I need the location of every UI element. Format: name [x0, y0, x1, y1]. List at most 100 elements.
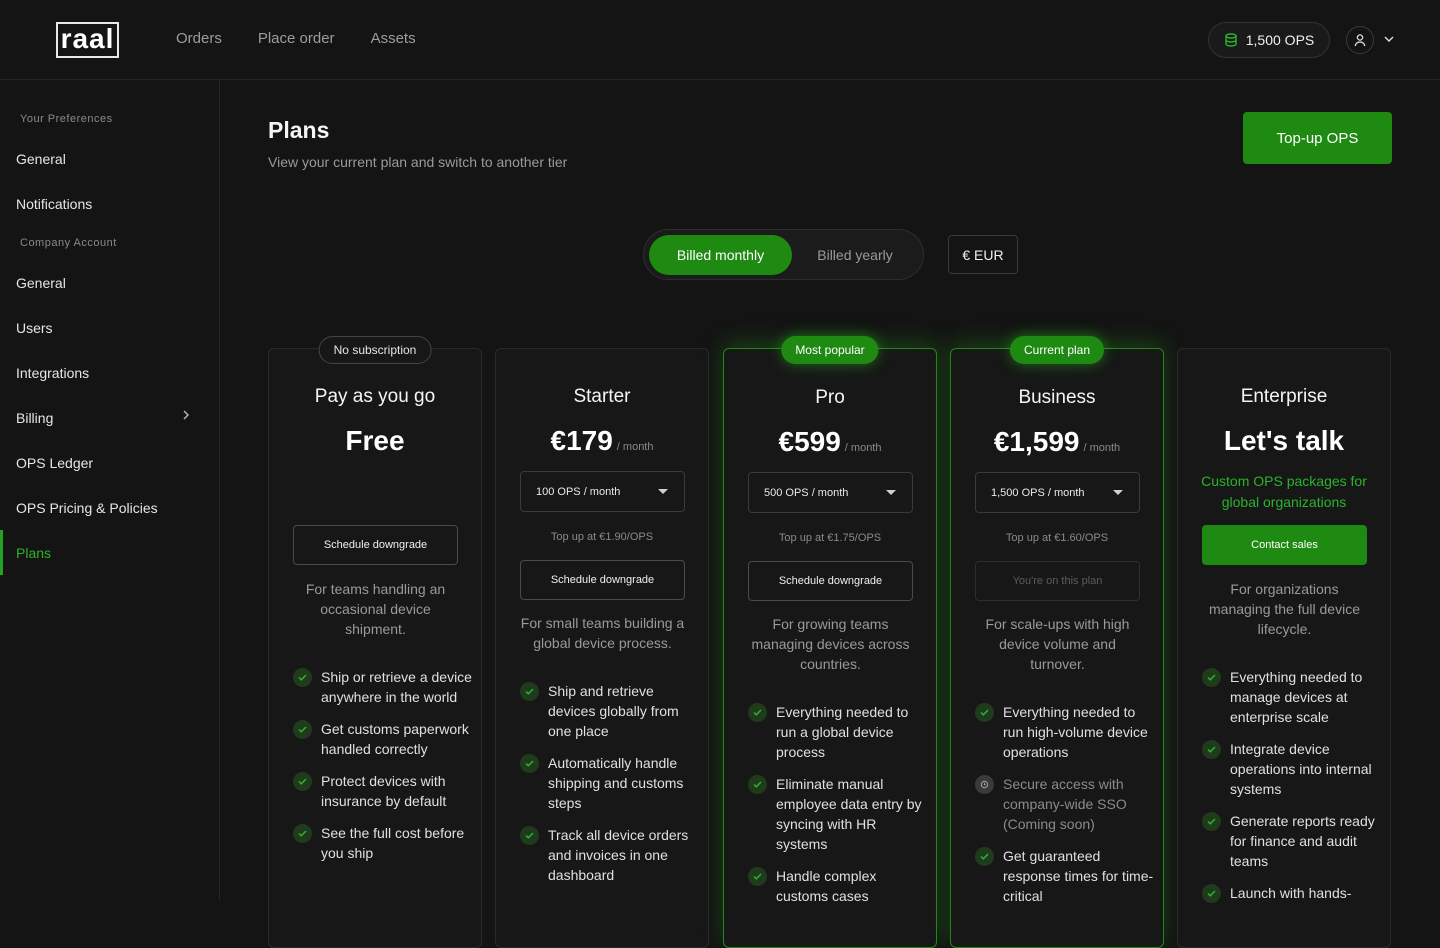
feature-text: Everything needed to run a global device…	[776, 704, 909, 760]
page-subtitle: View your current plan and switch to ano…	[268, 154, 568, 170]
schedule-downgrade-button[interactable]: Schedule downgrade	[520, 560, 685, 600]
sidebar-item-general-preferences[interactable]: General	[0, 136, 219, 181]
feature-text: See the full cost before you ship	[321, 825, 465, 861]
plan-feature: Ship and retrieve devices globally from …	[520, 681, 700, 741]
feature-text: Protect devices with insurance by defaul…	[321, 773, 447, 809]
check-icon	[293, 720, 312, 739]
topup-rate-note: Top up at €1.75/OPS	[778, 532, 882, 544]
billing-period-toggle: Billed monthly Billed yearly	[643, 229, 924, 280]
check-icon	[975, 847, 994, 866]
check-icon	[748, 775, 767, 794]
nav-assets[interactable]: Assets	[371, 30, 416, 47]
currency-selector[interactable]: € EUR	[948, 235, 1018, 274]
plan-features: Ship or retrieve a device anywhere in th…	[293, 667, 473, 875]
plan-price-period: / month	[844, 442, 882, 454]
user-icon	[1354, 34, 1366, 47]
schedule-downgrade-button[interactable]: Schedule downgrade	[748, 561, 913, 601]
plan-name: Pay as you go	[314, 386, 436, 407]
sidebar-item-users[interactable]: Users	[0, 305, 219, 350]
plan-name: Enterprise	[1240, 386, 1328, 407]
plan-feature-coming-soon: Secure access with company-wide SSO (Com…	[975, 774, 1155, 834]
plan-price: €1,599/ month	[951, 426, 1163, 458]
raal-logo[interactable]: raal	[56, 22, 119, 58]
billed-yearly-option[interactable]: Billed yearly	[792, 235, 918, 275]
plan-description: For organizations managing the full devi…	[1209, 581, 1360, 637]
schedule-downgrade-button[interactable]: Schedule downgrade	[293, 525, 458, 565]
plan-feature: Ship or retrieve a device anywhere in th…	[293, 667, 473, 707]
caret-down-icon	[1113, 490, 1123, 495]
feature-text: Handle complex customs cases	[776, 868, 877, 904]
feature-text: Integrate device operations into interna…	[1230, 741, 1372, 797]
check-icon	[520, 826, 539, 845]
check-icon	[293, 668, 312, 687]
plan-price: €599/ month	[724, 426, 936, 458]
sidebar-item-general-company[interactable]: General	[0, 260, 219, 305]
feature-text: Ship or retrieve a device anywhere in th…	[321, 669, 472, 705]
page-title: Plans	[268, 117, 330, 143]
plan-card-pro: Most popular Pro €599/ month 500 OPS / m…	[723, 336, 937, 948]
plan-feature: Automatically handle shipping and custom…	[520, 753, 700, 813]
feature-text: Everything needed to run high-volume dev…	[1003, 704, 1148, 760]
plan-feature: Everything needed to run high-volume dev…	[975, 702, 1155, 762]
ops-balance-button[interactable]: 1,500 OPS	[1208, 22, 1330, 58]
plan-features: Everything needed to manage devices at e…	[1202, 667, 1382, 915]
ops-quantity-select[interactable]: 500 OPS / month	[748, 472, 913, 513]
sidebar-item-notifications[interactable]: Notifications	[0, 181, 219, 226]
chevron-right-icon	[183, 410, 189, 420]
caret-down-icon	[658, 489, 668, 494]
plan-feature: Launch with hands-	[1202, 883, 1382, 903]
coin-stack-icon	[1225, 33, 1237, 47]
plan-features: Everything needed to run a global device…	[748, 702, 928, 918]
ops-balance-label: 1,500 OPS	[1245, 32, 1315, 48]
topup-rate-note: Top up at €1.90/OPS	[550, 531, 654, 543]
sidebar-item-plans[interactable]: Plans	[0, 530, 219, 575]
plan-name: Pro	[815, 387, 845, 408]
sidebar-item-billing[interactable]: Billing	[0, 395, 219, 440]
feature-text: Automatically handle shipping and custom…	[548, 755, 684, 811]
plan-price-amount: Let's talk	[1223, 425, 1345, 456]
caret-down-icon	[886, 490, 896, 495]
sidebar-item-ops-pricing[interactable]: OPS Pricing & Policies	[0, 485, 219, 530]
check-icon	[1202, 884, 1221, 903]
plan-card-business: Current plan Business €1,599/ month 1,50…	[950, 336, 1164, 948]
sidebar-item-billing-label: Billing	[16, 409, 54, 426]
plan-price-amount: €179	[550, 425, 613, 456]
user-avatar[interactable]	[1346, 26, 1374, 54]
plan-feature: See the full cost before you ship	[293, 823, 473, 863]
check-icon	[293, 824, 312, 843]
plan-price-period: / month	[616, 441, 654, 453]
plan-feature: Everything needed to run a global device…	[748, 702, 928, 762]
ops-quantity-select[interactable]: 100 OPS / month	[520, 471, 685, 512]
plan-price-amount: €599	[778, 426, 841, 457]
plan-price-period: / month	[1083, 442, 1121, 454]
sidebar-item-ops-ledger[interactable]: OPS Ledger	[0, 440, 219, 485]
plan-name: Business	[1018, 387, 1096, 408]
check-icon	[975, 703, 994, 722]
billed-monthly-option[interactable]: Billed monthly	[649, 235, 792, 275]
plan-feature: Eliminate manual employee data entry by …	[748, 774, 928, 854]
top-up-ops-button[interactable]: Top-up OPS	[1243, 112, 1392, 164]
feature-text: Eliminate manual employee data entry by …	[776, 776, 922, 852]
contact-sales-button[interactable]: Contact sales	[1202, 525, 1367, 565]
account-menu-toggle[interactable]	[1382, 32, 1396, 46]
ops-quantity-value: 1,500 OPS / month	[991, 486, 1085, 499]
plan-price-amount: Free	[345, 425, 405, 456]
plan-feature: Handle complex customs cases	[748, 866, 928, 906]
settings-sidebar: Your Preferences General Notifications C…	[0, 80, 220, 900]
check-icon	[1202, 740, 1221, 759]
feature-text: Secure access with company-wide SSO (Com…	[1003, 776, 1127, 832]
plan-description: For small teams building a global device…	[520, 615, 685, 651]
plan-feature: Generate reports ready for finance and a…	[1202, 811, 1382, 871]
check-icon	[293, 772, 312, 791]
feature-text: Track all device orders and invoices in …	[548, 827, 689, 883]
plan-feature: Track all device orders and invoices in …	[520, 825, 700, 885]
nav-orders[interactable]: Orders	[176, 30, 222, 47]
plan-feature: Integrate device operations into interna…	[1202, 739, 1382, 799]
plan-feature: Everything needed to manage devices at e…	[1202, 667, 1382, 727]
nav-place-order[interactable]: Place order	[258, 30, 335, 47]
ops-quantity-select[interactable]: 1,500 OPS / month	[975, 472, 1140, 513]
most-popular-badge: Most popular	[781, 336, 879, 364]
top-bar: raal Orders Place order Assets 1,500 OPS	[0, 0, 1440, 80]
ops-quantity-value: 100 OPS / month	[536, 485, 621, 498]
sidebar-item-integrations[interactable]: Integrations	[0, 350, 219, 395]
